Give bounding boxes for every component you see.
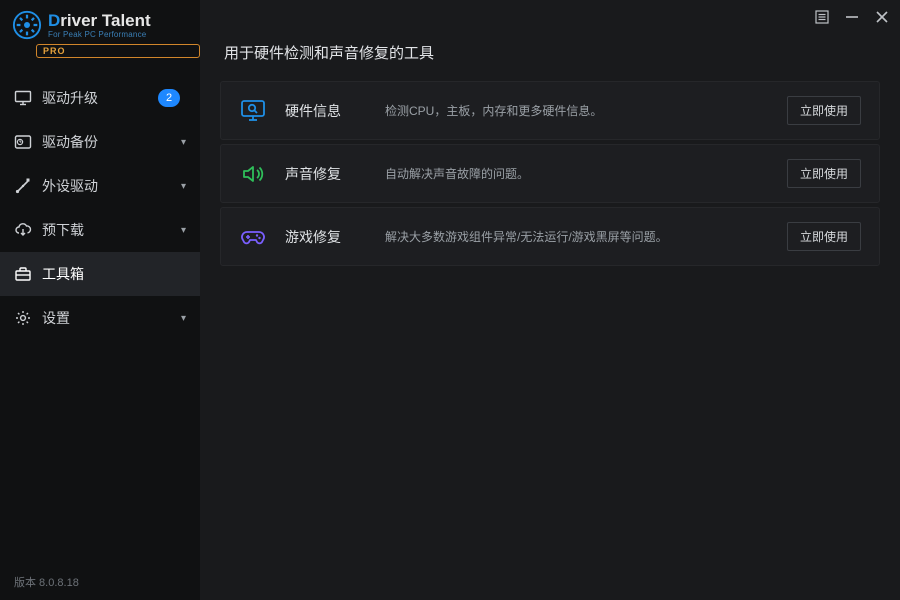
clock-backup-icon bbox=[14, 133, 32, 151]
close-button[interactable] bbox=[874, 9, 890, 25]
tool-name: 声音修复 bbox=[285, 164, 367, 184]
sidebar-item-driver-backup[interactable]: 驱动备份 ▾ bbox=[0, 120, 200, 164]
titlebar bbox=[200, 0, 900, 34]
sidebar-item-label: 外设驱动 bbox=[42, 176, 181, 196]
tool-list: 硬件信息 检测CPU，主板，内存和更多硬件信息。 立即使用 声音修复 自动解决声… bbox=[200, 81, 900, 266]
sound-icon bbox=[239, 160, 267, 188]
sidebar-item-label: 驱动升级 bbox=[42, 88, 158, 108]
minimize-button[interactable] bbox=[844, 9, 860, 25]
sidebar: Driver Talent For Peak PC Performance PR… bbox=[0, 0, 200, 600]
app-window: Driver Talent For Peak PC Performance PR… bbox=[0, 0, 900, 600]
tool-hardware-info: 硬件信息 检测CPU，主板，内存和更多硬件信息。 立即使用 bbox=[220, 81, 880, 140]
tool-name: 硬件信息 bbox=[285, 101, 367, 121]
logo-block: Driver Talent For Peak PC Performance bbox=[0, 0, 200, 46]
monitor-icon bbox=[14, 89, 32, 107]
main-content: 用于硬件检测和声音修复的工具 硬件信息 检测CPU，主板，内存和更多硬件信息。 … bbox=[200, 0, 900, 600]
use-now-button[interactable]: 立即使用 bbox=[787, 96, 861, 125]
tool-desc: 检测CPU，主板，内存和更多硬件信息。 bbox=[385, 102, 769, 119]
tool-game-repair: 游戏修复 解决大多数游戏组件异常/无法运行/游戏黑屏等问题。 立即使用 bbox=[220, 207, 880, 266]
chevron-down-icon: ▾ bbox=[181, 137, 186, 148]
gear-icon bbox=[14, 309, 32, 327]
chevron-down-icon: ▾ bbox=[181, 225, 186, 236]
cloud-download-icon bbox=[14, 221, 32, 239]
sidebar-item-label: 驱动备份 bbox=[42, 132, 181, 152]
sidebar-item-label: 预下载 bbox=[42, 220, 181, 240]
usb-icon bbox=[14, 177, 32, 195]
sidebar-item-driver-upgrade[interactable]: 驱动升级 2 bbox=[0, 76, 200, 120]
version-label: 版本 8.0.8.18 bbox=[14, 574, 79, 590]
toolbox-icon bbox=[14, 265, 32, 283]
tool-sound-repair: 声音修复 自动解决声音故障的问题。 立即使用 bbox=[220, 144, 880, 203]
logo-subtitle: For Peak PC Performance bbox=[48, 31, 151, 39]
gamepad-icon bbox=[239, 223, 267, 251]
sidebar-item-peripheral-drivers[interactable]: 外设驱动 ▾ bbox=[0, 164, 200, 208]
menu-icon[interactable] bbox=[814, 9, 830, 25]
tool-name: 游戏修复 bbox=[285, 227, 367, 247]
logo-title: Driver Talent bbox=[48, 12, 151, 29]
sidebar-item-label: 工具箱 bbox=[42, 264, 186, 284]
use-now-button[interactable]: 立即使用 bbox=[787, 222, 861, 251]
upgrade-count-badge: 2 bbox=[158, 89, 180, 107]
chevron-down-icon: ▾ bbox=[181, 313, 186, 324]
logo-gear-icon bbox=[12, 10, 42, 40]
sidebar-item-label: 设置 bbox=[42, 308, 181, 328]
chevron-down-icon: ▾ bbox=[181, 181, 186, 192]
tool-desc: 自动解决声音故障的问题。 bbox=[385, 165, 769, 182]
tool-desc: 解决大多数游戏组件异常/无法运行/游戏黑屏等问题。 bbox=[385, 228, 769, 245]
sidebar-item-predownload[interactable]: 预下载 ▾ bbox=[0, 208, 200, 252]
monitor-search-icon bbox=[239, 97, 267, 125]
sidebar-item-settings[interactable]: 设置 ▾ bbox=[0, 296, 200, 340]
use-now-button[interactable]: 立即使用 bbox=[787, 159, 861, 188]
logo-text: Driver Talent For Peak PC Performance bbox=[48, 12, 151, 39]
pro-badge: PRO bbox=[36, 44, 200, 58]
sidebar-nav: 驱动升级 2 驱动备份 ▾ 外设驱动 ▾ bbox=[0, 76, 200, 340]
sidebar-item-toolbox[interactable]: 工具箱 bbox=[0, 252, 200, 296]
page-title: 用于硬件检测和声音修复的工具 bbox=[200, 34, 900, 81]
